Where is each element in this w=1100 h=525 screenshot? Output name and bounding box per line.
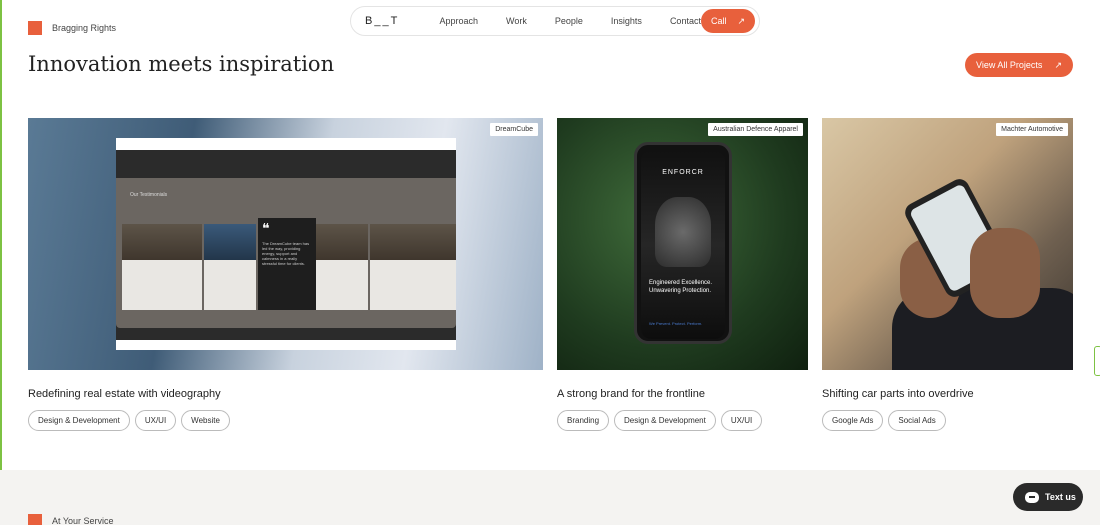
arrow-up-right-icon: ↗ xyxy=(1054,59,1062,70)
page-title: Innovation meets inspiration xyxy=(28,52,335,76)
mock-heading: Our Testimonials xyxy=(130,192,168,198)
project-image-dreamcube[interactable]: Our Testimonials ❝ The DreamCube team ha… xyxy=(28,118,543,370)
right-hand xyxy=(970,228,1040,318)
nav-link-work[interactable]: Work xyxy=(506,16,527,26)
project-title[interactable]: Redefining real estate with videography xyxy=(28,388,221,400)
tag-chip[interactable]: Social Ads xyxy=(888,410,946,431)
next-section-band xyxy=(0,470,1100,525)
website-mockup: Our Testimonials ❝ The DreamCube team ha… xyxy=(116,138,456,350)
phone-mockup: ENFORCR Engineered Excellence. Unwaverin… xyxy=(634,142,732,344)
left-edge-accent xyxy=(0,0,2,525)
text-us-label: Text us xyxy=(1045,492,1076,502)
tag-chip[interactable]: Website xyxy=(181,410,230,431)
text-us-button[interactable]: Text us xyxy=(1013,483,1083,511)
tag-chip[interactable]: Google Ads xyxy=(822,410,884,431)
arrow-up-right-icon: ↗ xyxy=(737,15,745,26)
chat-bubble-icon xyxy=(1025,491,1039,503)
nav-link-people[interactable]: People xyxy=(555,16,583,26)
tag-chip[interactable]: Design & Development xyxy=(28,410,130,431)
mock-tagline: Engineered Excellence. Unwavering Protec… xyxy=(649,280,713,294)
accessibility-widget-tab[interactable] xyxy=(1094,346,1100,376)
tag-chip[interactable]: UX/UI xyxy=(720,410,763,431)
logo[interactable]: B__T xyxy=(365,15,426,27)
client-badge: Australian Defence Apparel xyxy=(708,123,803,136)
project-image-machter[interactable]: Machter Automotive xyxy=(822,118,1073,370)
client-badge: DreamCube xyxy=(490,123,538,136)
call-button[interactable]: Call ↗ xyxy=(700,9,755,33)
mock-brand: ENFORCR xyxy=(662,169,704,176)
project-tags: Branding Design & Development UX/UI xyxy=(557,410,763,431)
project-tags: Design & Development UX/UI Website xyxy=(28,410,230,431)
view-all-label: View All Projects xyxy=(976,60,1043,70)
client-badge: Machter Automotive xyxy=(996,123,1068,136)
mock-footer: We Prevent. Protect. Perform. xyxy=(649,321,703,326)
nav-link-approach[interactable]: Approach xyxy=(440,16,479,26)
project-image-defence-apparel[interactable]: ENFORCR Engineered Excellence. Unwaverin… xyxy=(557,118,808,370)
tag-square-icon xyxy=(28,21,42,35)
top-navigation: B__T Approach Work People Insights Conta… xyxy=(350,6,760,36)
tag-chip[interactable]: UX/UI xyxy=(134,410,177,431)
tag-chip[interactable]: Design & Development xyxy=(614,410,716,431)
tag-square-icon xyxy=(28,514,42,525)
nav-link-contact[interactable]: Contact xyxy=(670,16,701,26)
mock-quote: The DreamCube team has led the way, prov… xyxy=(262,241,310,266)
project-title[interactable]: A strong brand for the frontline xyxy=(557,388,705,400)
project-title[interactable]: Shifting car parts into overdrive xyxy=(822,388,974,400)
section-tag: At Your Service xyxy=(28,514,114,525)
section-tag: Bragging Rights xyxy=(28,21,116,35)
section-tag-label: At Your Service xyxy=(52,516,114,525)
section-tag-label: Bragging Rights xyxy=(52,23,117,33)
call-button-label: Call xyxy=(710,16,727,26)
nav-link-insights[interactable]: Insights xyxy=(611,16,642,26)
tag-chip[interactable]: Branding xyxy=(557,410,610,431)
view-all-projects-button[interactable]: View All Projects ↗ xyxy=(965,53,1073,77)
glove-image xyxy=(655,197,711,267)
project-tags: Google Ads Social Ads xyxy=(822,410,946,431)
